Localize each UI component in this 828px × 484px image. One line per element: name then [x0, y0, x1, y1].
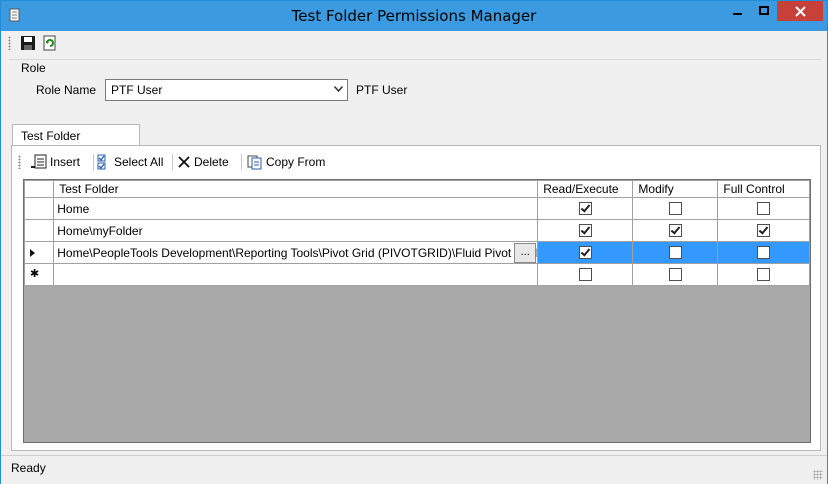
select-all-label: Select All	[114, 155, 164, 169]
refresh-icon[interactable]	[42, 35, 58, 51]
title-bar[interactable]: Test Folder Permissions Manager	[1, 1, 827, 31]
main-window: Test Folder Permissions Manager Role Rol…	[0, 0, 828, 484]
test-folder-text: Home	[57, 201, 90, 216]
full-control-cell	[717, 219, 810, 242]
role-name-label: Role Name	[36, 83, 97, 97]
resize-grip[interactable]	[813, 470, 823, 480]
copy-icon	[247, 155, 262, 170]
status-text: Ready	[11, 461, 46, 475]
modify-cell	[632, 219, 719, 242]
full-control-checkbox[interactable]	[757, 246, 771, 259]
insert-button[interactable]: Insert	[31, 153, 80, 171]
minimize-button[interactable]	[725, 1, 751, 21]
read-execute-checkbox[interactable]	[578, 246, 592, 259]
insert-label: Insert	[50, 155, 81, 169]
test-folder-cell[interactable]	[53, 263, 539, 286]
read-execute-checkbox[interactable]	[578, 224, 592, 237]
permissions-table: Test Folder Read/Execute Modify Full Con…	[24, 180, 810, 286]
column-header-full-control[interactable]: Full Control	[717, 180, 810, 198]
minimize-icon	[733, 13, 742, 15]
modify-cell	[632, 263, 719, 286]
header-row: Test Folder Read/Execute Modify Full Con…	[24, 180, 810, 198]
role-group-label: Role	[21, 61, 46, 75]
read-execute-checkbox[interactable]	[578, 202, 592, 215]
modify-checkbox[interactable]	[668, 246, 682, 259]
toolbar-separator	[93, 154, 94, 170]
test-folder-text: Home\myFolder	[57, 223, 143, 238]
new-row[interactable]: ✱	[24, 263, 810, 286]
save-icon[interactable]	[20, 35, 36, 51]
modify-checkbox[interactable]	[668, 268, 682, 281]
maximize-button[interactable]	[751, 1, 777, 21]
full-control-cell	[717, 263, 810, 286]
test-folder-cell[interactable]: Home\PeopleTools Development\Reporting T…	[53, 241, 539, 264]
full-control-cell	[717, 197, 810, 220]
test-folder-text: Home\PeopleTools Development\Reporting T…	[57, 245, 538, 260]
row-header[interactable]	[24, 197, 55, 220]
browse-folder-button[interactable]: ...	[514, 243, 537, 263]
checklist-icon	[97, 154, 106, 170]
table-row[interactable]: Home\PeopleTools Development\Reporting T…	[24, 241, 810, 264]
full-control-checkbox[interactable]	[757, 202, 771, 215]
maximize-icon	[758, 6, 769, 15]
current-row-icon	[30, 249, 35, 257]
row-header[interactable]: ✱	[24, 263, 55, 286]
full-control-checkbox[interactable]	[757, 224, 771, 237]
role-name-dropdown[interactable]: PTF User	[105, 79, 348, 101]
insert-row-icon	[31, 154, 47, 169]
column-header-test-folder[interactable]: Test Folder	[53, 180, 539, 198]
read-execute-cell	[537, 241, 634, 264]
read-execute-cell	[537, 263, 634, 286]
modify-checkbox[interactable]	[668, 224, 682, 237]
column-header-modify[interactable]: Modify	[632, 180, 719, 198]
window-title: Test Folder Permissions Manager	[291, 7, 537, 25]
copy-from-label: Copy From	[266, 155, 326, 169]
modify-cell	[632, 241, 719, 264]
toolbar-separator	[172, 154, 173, 170]
test-folder-cell[interactable]: Home\myFolder	[53, 219, 539, 242]
role-name-selected: PTF User	[111, 83, 163, 97]
column-header-read-execute[interactable]: Read/Execute	[537, 180, 634, 198]
row-header[interactable]	[24, 219, 55, 242]
toolbar-grip[interactable]	[8, 36, 11, 50]
table-row[interactable]: Home\myFolder	[24, 219, 810, 242]
chevron-down-icon	[334, 86, 343, 92]
read-execute-cell	[537, 197, 634, 220]
row-header-corner	[24, 180, 55, 198]
delete-x-icon	[178, 156, 190, 168]
full-control-checkbox[interactable]	[757, 268, 771, 281]
test-folder-cell[interactable]: Home	[53, 197, 539, 220]
read-execute-checkbox[interactable]	[578, 268, 592, 281]
new-row-icon: ✱	[30, 268, 40, 280]
status-bar: Ready	[1, 455, 827, 484]
read-execute-cell	[537, 219, 634, 242]
copy-from-button[interactable]: Copy From	[247, 153, 325, 171]
select-all-button[interactable]: Select All	[97, 153, 163, 171]
delete-label: Delete	[194, 155, 229, 169]
grid-toolbar: Insert Select All Delete Copy From	[17, 151, 817, 173]
table-row[interactable]: Home	[24, 197, 810, 220]
close-button[interactable]	[777, 1, 823, 21]
role-name-display: PTF User	[356, 83, 408, 97]
tab-test-folder-permissions[interactable]: Test Folder Permissions	[12, 124, 140, 157]
grid-toolbar-grip[interactable]	[18, 155, 21, 169]
toolbar-separator	[241, 154, 242, 170]
row-header[interactable]	[24, 241, 55, 264]
main-toolbar	[1, 31, 827, 55]
modify-checkbox[interactable]	[668, 202, 682, 215]
modify-cell	[632, 197, 719, 220]
permissions-grid: Test Folder Read/Execute Modify Full Con…	[23, 179, 811, 443]
close-icon	[794, 5, 806, 17]
full-control-cell	[717, 241, 810, 264]
delete-button[interactable]: Delete	[177, 153, 229, 171]
